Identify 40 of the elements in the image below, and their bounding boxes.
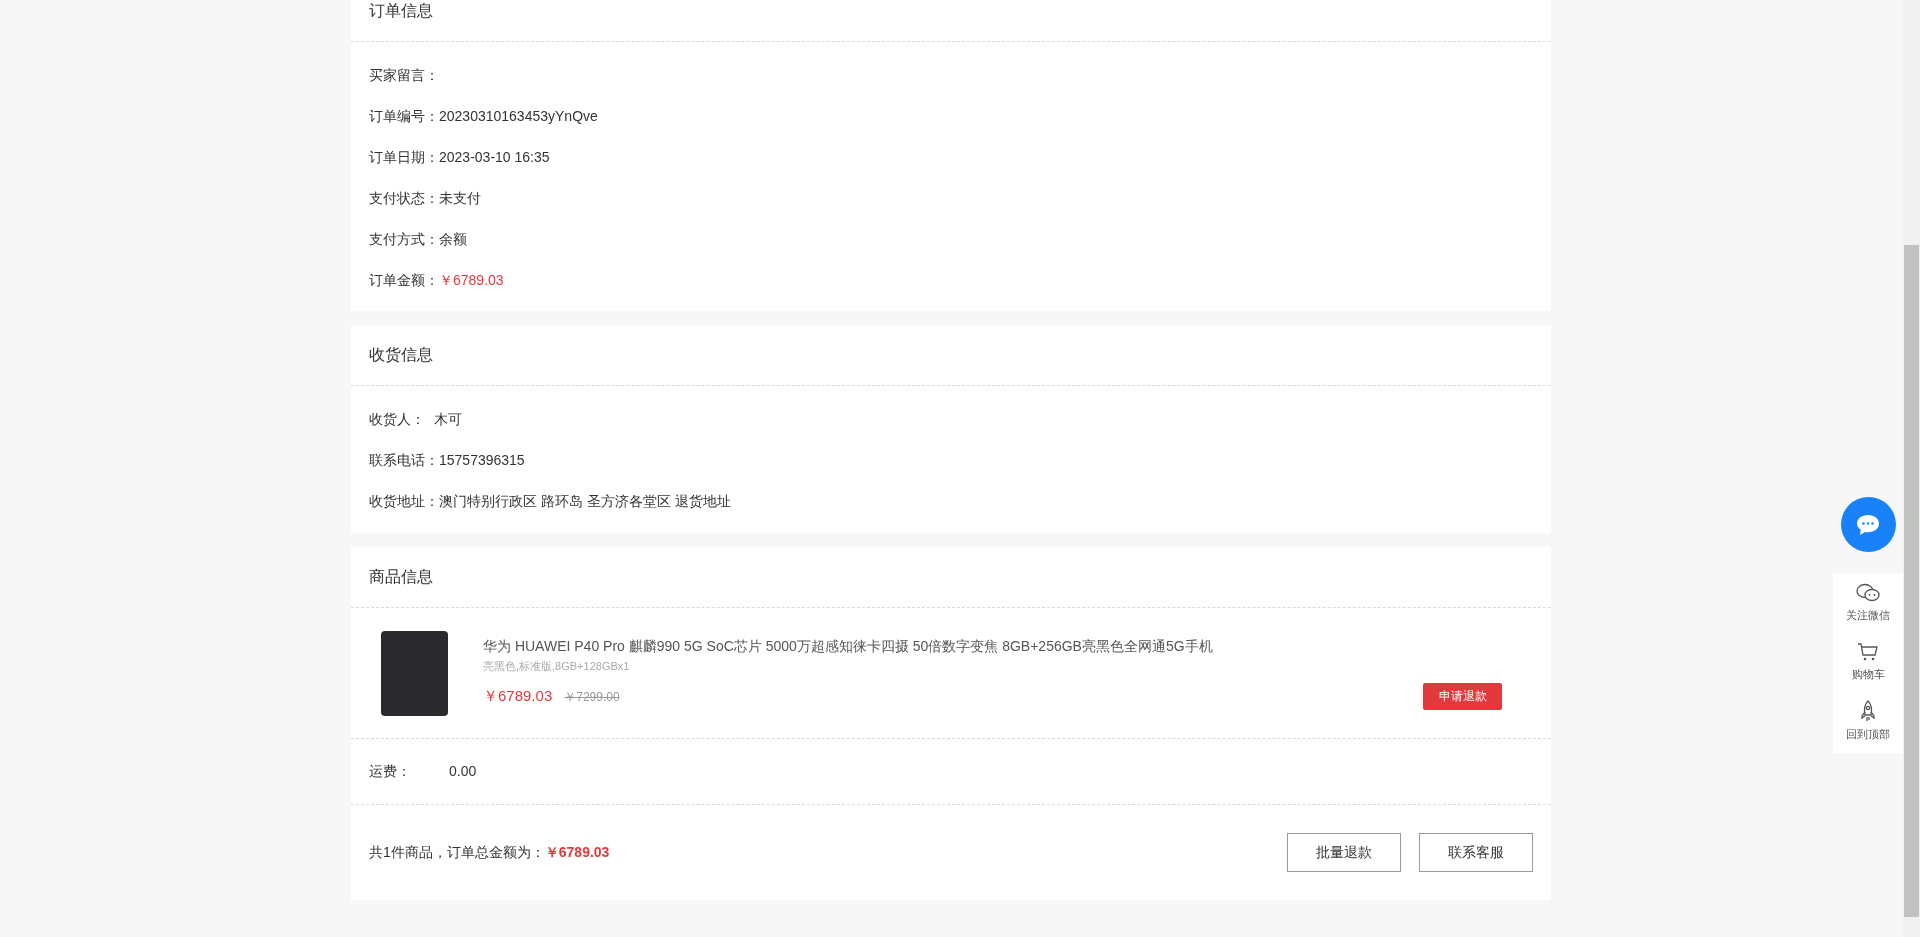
field-label: 联系电话：	[369, 451, 439, 470]
field-value: 2023-03-10 16:35	[439, 148, 550, 167]
product-price: ￥6789.03	[483, 686, 553, 706]
cart-icon	[1857, 641, 1879, 662]
field-label: 买家留言：	[369, 66, 439, 85]
field-value: 15757396315	[439, 451, 525, 470]
field-label: 支付状态：	[369, 189, 439, 208]
float-bar-item[interactable]: 关注微信	[1833, 583, 1903, 624]
freight-label: 运费：	[369, 762, 412, 781]
product-spec: 亮黑色,标准版,8GB+128GBx1	[483, 659, 631, 675]
chat-bubbles-icon	[1856, 583, 1880, 603]
freight-value: 0.00	[449, 762, 477, 781]
field-value: 澳门特别行政区 路环岛 圣方济各堂区 退货地址	[439, 492, 731, 511]
action-button[interactable]: 批量退款	[1287, 832, 1401, 872]
field-label: 订单金额：	[369, 271, 439, 290]
chat-bubble-icon	[1855, 512, 1881, 537]
field-label: 支付方式：	[369, 230, 439, 249]
field-label: 收货地址：	[369, 492, 439, 511]
chat-button[interactable]	[1840, 497, 1896, 552]
action-button[interactable]: 联系客服	[1419, 832, 1533, 872]
field-value: 余额	[439, 230, 467, 249]
section-title: 收货信息	[369, 345, 433, 365]
field-value: 未支付	[439, 189, 481, 208]
scrollbar[interactable]	[1903, 0, 1920, 937]
product-title[interactable]: 华为 HUAWEI P40 Pro 麒麟990 5G SoC芯片 5000万超感知徕卡四摄 50倍数字变焦 8GB+256GB亮黑色全网通5G手机	[483, 636, 1521, 657]
field-label: 订单编号：	[369, 107, 439, 126]
float-bar-item[interactable]: 回到顶部	[1833, 700, 1903, 743]
field-label: 订单日期：	[369, 148, 439, 167]
order-total-text: 共1件商品，订单总金额为：￥6789.03	[369, 842, 610, 862]
field-value: 20230310163453yYnQve	[439, 107, 598, 126]
rocket-icon	[1860, 700, 1876, 722]
scrollbar-thumb[interactable]	[1904, 245, 1919, 917]
field-value: 木可	[434, 410, 462, 429]
refund-button[interactable]: 申请退款	[1423, 682, 1502, 710]
original-price: ￥7299.00	[564, 689, 620, 706]
section-title: 商品信息	[369, 567, 433, 587]
field-label: 收货人：	[369, 410, 426, 429]
section-title: 订单信息	[369, 1, 433, 21]
field-value: ￥6789.03	[439, 271, 504, 290]
float-bar-item[interactable]: 购物车	[1833, 641, 1903, 682]
